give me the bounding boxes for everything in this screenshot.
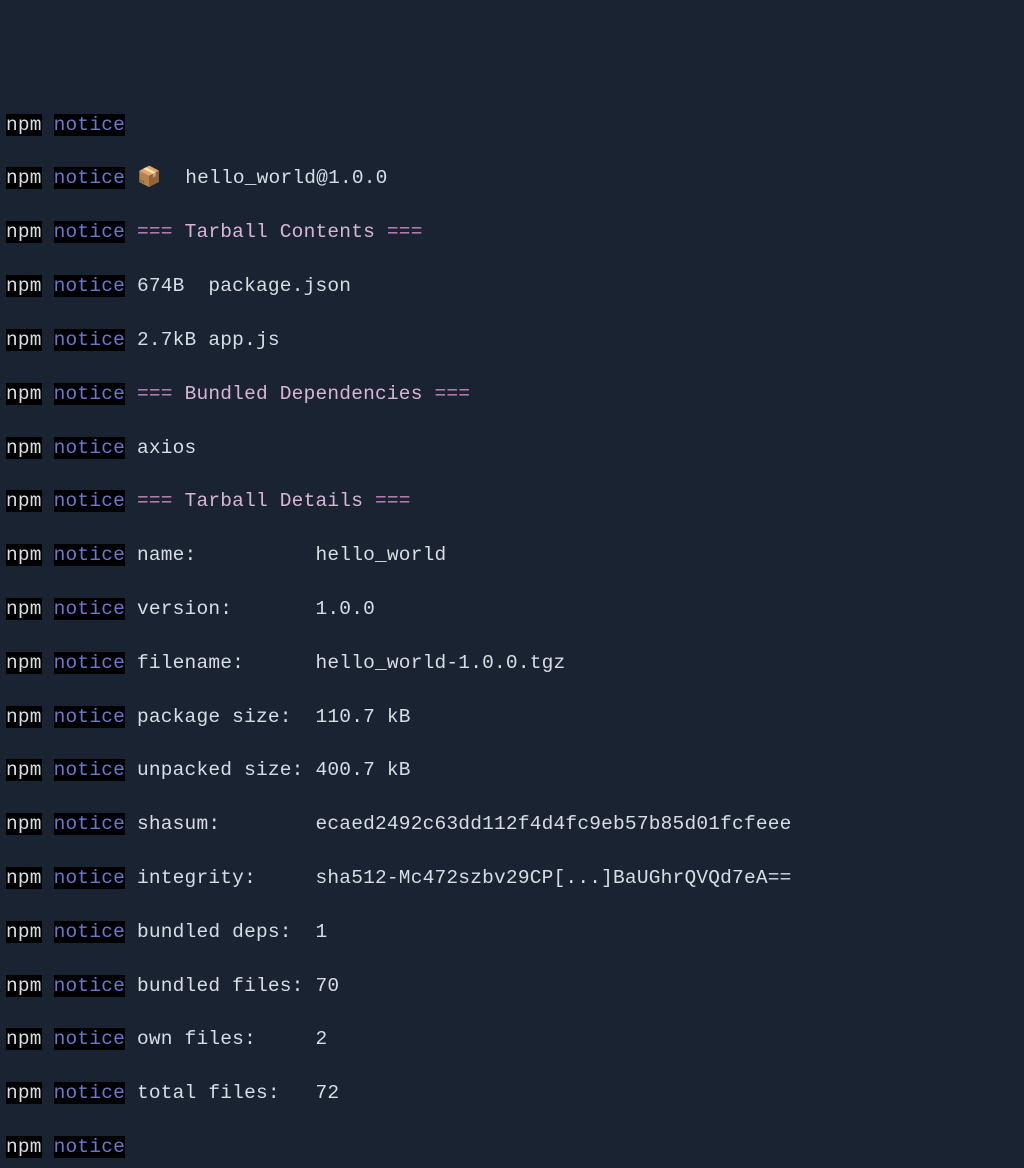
terminal-line: npm notice name: hello_world (6, 542, 1018, 569)
terminal-line: npm notice bundled files: 70 (6, 973, 1018, 1000)
detail-label: bundled files: (137, 975, 316, 997)
npm-prefix: npm (6, 652, 42, 674)
detail-label: filename: (137, 652, 316, 674)
section-delim: === (423, 383, 471, 405)
detail-value: sha512-Mc472szbv29CP[...]BaUGhrQVQd7eA== (315, 867, 791, 889)
detail-label: unpacked size: (137, 759, 316, 781)
file-name: package.json (208, 275, 351, 297)
file-name: app.js (208, 329, 279, 351)
detail-label: own files: (137, 1028, 316, 1050)
section-title: Tarball Details (185, 490, 364, 512)
detail-label: package size: (137, 706, 316, 728)
detail-label: name: (137, 544, 316, 566)
terminal-line: npm notice total files: 72 (6, 1080, 1018, 1107)
notice-prefix: notice (54, 706, 125, 728)
detail-value: 2 (315, 1028, 327, 1050)
notice-prefix: notice (54, 759, 125, 781)
npm-prefix: npm (6, 114, 42, 136)
detail-label: integrity: (137, 867, 316, 889)
npm-prefix: npm (6, 867, 42, 889)
file-size: 2.7kB (137, 329, 197, 351)
notice-prefix: notice (54, 383, 125, 405)
terminal-line: npm notice package size: 110.7 kB (6, 704, 1018, 731)
terminal-line: npm notice 674B package.json (6, 273, 1018, 300)
terminal-line: npm notice === Tarball Details === (6, 488, 1018, 515)
npm-prefix: npm (6, 490, 42, 512)
detail-value: ecaed2492c63dd112f4d4fc9eb57b85d01fcfeee (315, 813, 791, 835)
terminal-line: npm notice unpacked size: 400.7 kB (6, 757, 1018, 784)
terminal-line: npm notice (6, 112, 1018, 139)
terminal-line: npm notice === Bundled Dependencies === (6, 381, 1018, 408)
notice-prefix: notice (54, 1082, 125, 1104)
notice-prefix: notice (54, 490, 125, 512)
notice-prefix: notice (54, 221, 125, 243)
notice-prefix: notice (54, 544, 125, 566)
npm-prefix: npm (6, 167, 42, 189)
detail-value: hello_world (315, 544, 446, 566)
notice-prefix: notice (54, 329, 125, 351)
section-title: Bundled Dependencies (185, 383, 423, 405)
detail-value: hello_world-1.0.0.tgz (315, 652, 565, 674)
detail-value: 72 (315, 1082, 339, 1104)
notice-prefix: notice (54, 975, 125, 997)
file-size: 674B (137, 275, 185, 297)
notice-prefix: notice (54, 598, 125, 620)
npm-prefix: npm (6, 544, 42, 566)
terminal-line: npm notice axios (6, 435, 1018, 462)
detail-value: 70 (315, 975, 339, 997)
notice-prefix: notice (54, 437, 125, 459)
detail-label: bundled deps: (137, 921, 316, 943)
notice-prefix: notice (54, 114, 125, 136)
npm-prefix: npm (6, 759, 42, 781)
npm-prefix: npm (6, 1082, 42, 1104)
terminal-line: npm notice (6, 1134, 1018, 1161)
section-delim: === (363, 490, 411, 512)
npm-prefix: npm (6, 706, 42, 728)
package-icon: 📦 (137, 167, 161, 189)
section-delim: === (137, 383, 185, 405)
notice-prefix: notice (54, 921, 125, 943)
npm-prefix: npm (6, 275, 42, 297)
detail-label: total files: (137, 1082, 316, 1104)
npm-prefix: npm (6, 1028, 42, 1050)
notice-prefix: notice (54, 813, 125, 835)
terminal-line: npm notice 📦 hello_world@1.0.0 (6, 165, 1018, 192)
notice-prefix: notice (54, 167, 125, 189)
terminal-line: npm notice version: 1.0.0 (6, 596, 1018, 623)
detail-value: 110.7 kB (315, 706, 410, 728)
npm-prefix: npm (6, 1136, 42, 1158)
npm-prefix: npm (6, 813, 42, 835)
bundled-dep: axios (137, 437, 197, 459)
notice-prefix: notice (54, 652, 125, 674)
section-title: Tarball Contents (185, 221, 375, 243)
npm-prefix: npm (6, 598, 42, 620)
detail-label: version: (137, 598, 316, 620)
terminal-line: npm notice own files: 2 (6, 1026, 1018, 1053)
npm-prefix: npm (6, 221, 42, 243)
terminal-line: npm notice integrity: sha512-Mc472szbv29… (6, 865, 1018, 892)
package-header: hello_world@1.0.0 (161, 167, 387, 189)
detail-label: shasum: (137, 813, 316, 835)
terminal-line: npm notice === Tarball Contents === (6, 219, 1018, 246)
npm-prefix: npm (6, 921, 42, 943)
section-delim: === (375, 221, 423, 243)
detail-value: 400.7 kB (315, 759, 410, 781)
section-delim: === (137, 490, 185, 512)
npm-prefix: npm (6, 975, 42, 997)
terminal-line: npm notice shasum: ecaed2492c63dd112f4d4… (6, 811, 1018, 838)
terminal-line: npm notice bundled deps: 1 (6, 919, 1018, 946)
notice-prefix: notice (54, 1028, 125, 1050)
notice-prefix: notice (54, 275, 125, 297)
detail-value: 1.0.0 (315, 598, 375, 620)
npm-prefix: npm (6, 329, 42, 351)
section-delim: === (137, 221, 185, 243)
detail-value: 1 (315, 921, 327, 943)
notice-prefix: notice (54, 867, 125, 889)
notice-prefix: notice (54, 1136, 125, 1158)
npm-prefix: npm (6, 383, 42, 405)
terminal-line: npm notice filename: hello_world-1.0.0.t… (6, 650, 1018, 677)
npm-prefix: npm (6, 437, 42, 459)
terminal-line: npm notice 2.7kB app.js (6, 327, 1018, 354)
